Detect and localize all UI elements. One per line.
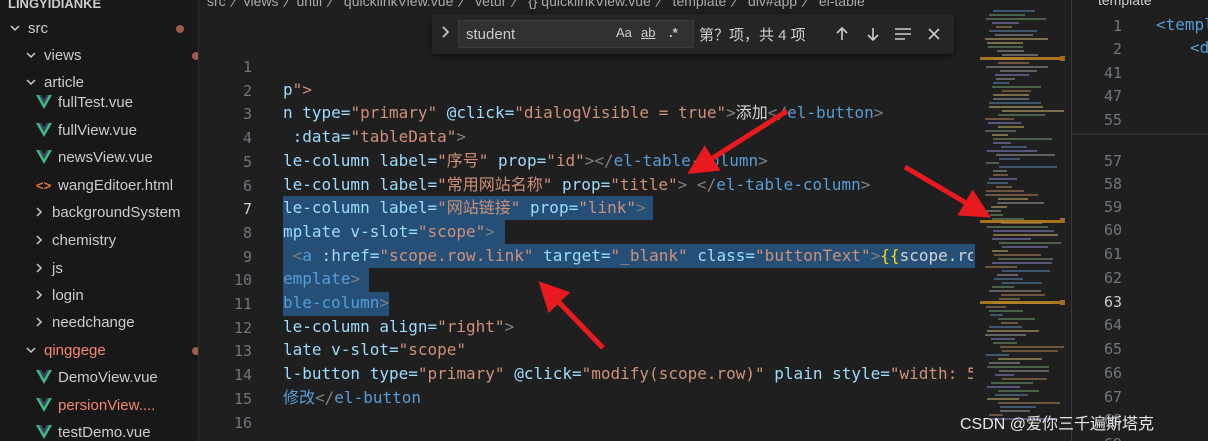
red-arrow-3 <box>538 281 605 350</box>
minimap-find-marker <box>1060 300 1065 305</box>
minimap-find-marker <box>1060 218 1065 223</box>
red-arrow-2 <box>903 164 991 218</box>
minimap-match-highlight <box>980 301 1060 304</box>
minimap-match-highlight <box>980 57 1060 60</box>
minimap-match-highlight <box>980 220 1060 223</box>
minimap-find-marker <box>1060 56 1065 61</box>
red-arrow-1 <box>687 108 789 175</box>
vscode-window: LINGYIDIANKE src views article fullTest.vue… <box>0 0 1208 441</box>
